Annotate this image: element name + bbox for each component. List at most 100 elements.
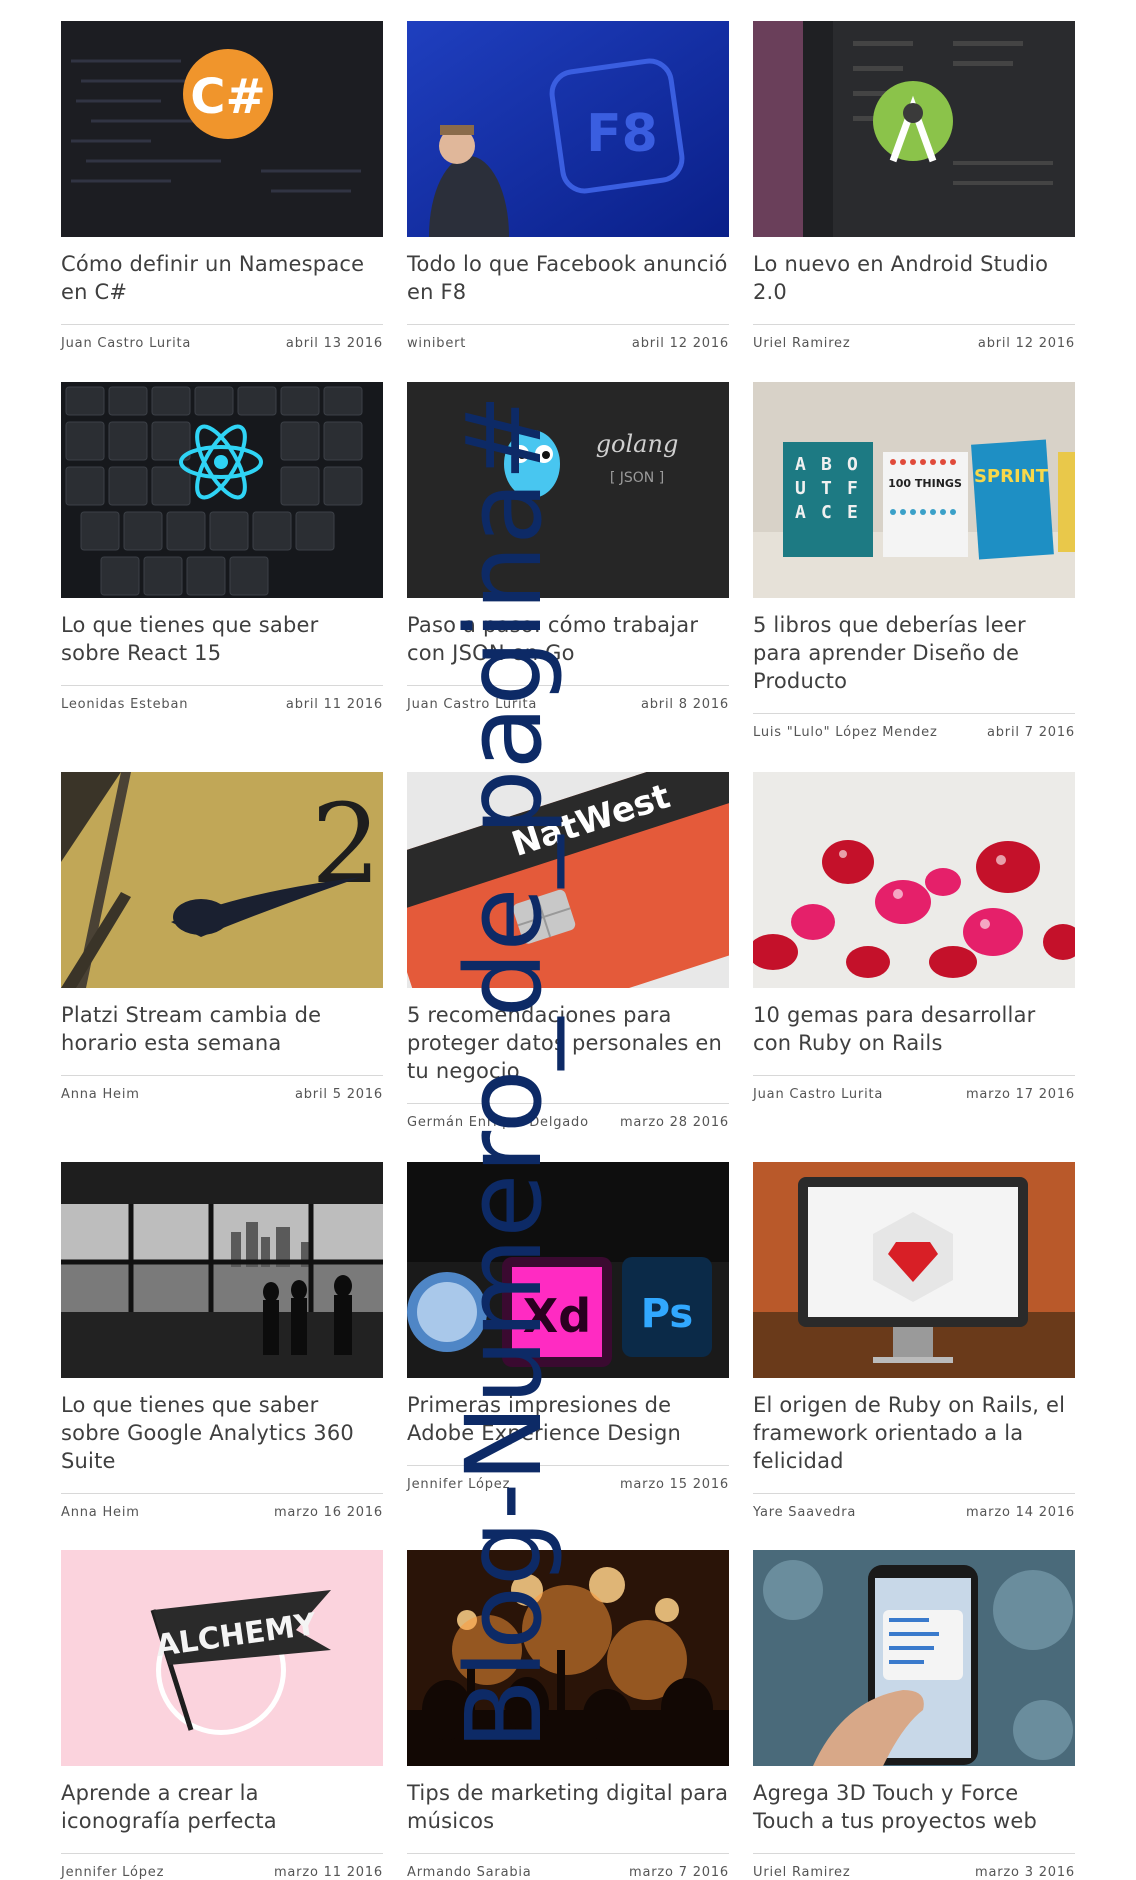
post-title[interactable]: Lo que tienes que saber sobre Google Ana…: [61, 1391, 383, 1475]
book-letter: B: [821, 454, 832, 475]
f8-logo-icon: F8: [407, 21, 729, 237]
post-meta: Armando Sarabia marzo 7 2016: [407, 1853, 729, 1880]
post-author[interactable]: Luis "Lulo" López Mendez: [753, 725, 938, 740]
post-thumbnail[interactable]: [753, 1550, 1075, 1766]
post-meta: Juan Castro Lurita marzo 17 2016: [753, 1075, 1075, 1102]
post-author[interactable]: Jennifer López: [407, 1477, 510, 1492]
post-title[interactable]: Platzi Stream cambia de horario esta sem…: [61, 1001, 383, 1057]
post-card[interactable]: 10 gemas para desarrollar con Ruby on Ra…: [753, 772, 1075, 1102]
post-card[interactable]: Tips de marketing digital para músicos A…: [407, 1550, 729, 1880]
post-thumbnail[interactable]: 2: [61, 772, 383, 988]
post-thumbnail[interactable]: NatWest: [407, 772, 729, 988]
thumb-subtext: [ JSON ]: [610, 470, 664, 486]
post-meta: winibert abril 12 2016: [407, 324, 729, 351]
csharp-logo-icon: C#: [61, 21, 383, 237]
post-card[interactable]: El origen de Ruby on Rails, el framework…: [753, 1162, 1075, 1520]
post-title[interactable]: Lo nuevo en Android Studio 2.0: [753, 250, 1075, 306]
post-title[interactable]: Aprende a crear la iconografía perfecta: [61, 1779, 383, 1835]
adobe-xd-icon: Xd Ps: [407, 1162, 729, 1378]
post-author[interactable]: Juan Castro Lurita: [753, 1087, 883, 1102]
post-thumbnail[interactable]: Xd Ps: [407, 1162, 729, 1378]
post-date: abril 5 2016: [294, 1087, 383, 1102]
post-author[interactable]: Uriel Ramirez: [753, 336, 850, 351]
post-thumbnail[interactable]: [753, 1162, 1075, 1378]
post-thumbnail[interactable]: ALCHEMY: [61, 1550, 383, 1766]
post-title[interactable]: Agrega 3D Touch y Force Touch a tus proy…: [753, 1779, 1075, 1835]
post-title[interactable]: Primeras impresiones de Adobe Experience…: [407, 1391, 729, 1447]
post-author[interactable]: winibert: [407, 336, 466, 351]
post-meta: Anna Heim abril 5 2016: [61, 1075, 383, 1102]
post-thumbnail[interactable]: [61, 382, 383, 598]
book-letter: E: [847, 502, 858, 523]
post-thumbnail[interactable]: C#: [61, 21, 383, 237]
post-title[interactable]: 5 libros que deberías leer para aprender…: [753, 611, 1075, 695]
post-thumbnail[interactable]: golang [ JSON ]: [407, 382, 729, 598]
post-card[interactable]: Lo nuevo en Android Studio 2.0 Uriel Ram…: [753, 21, 1075, 351]
post-thumbnail[interactable]: F8: [407, 21, 729, 237]
post-author[interactable]: Yare Saavedra: [753, 1505, 856, 1520]
post-card[interactable]: ALCHEMY Aprende a crear la iconografía p…: [61, 1550, 383, 1880]
books-image: ABO UTF ACE 100 THINGS SPRINT: [753, 382, 1075, 598]
post-meta: Uriel Ramirez marzo 3 2016: [753, 1853, 1075, 1880]
post-meta: Juan Castro Lurita abril 8 2016: [407, 685, 729, 712]
post-date: marzo 28 2016: [619, 1115, 729, 1130]
svg-text:F8: F8: [586, 104, 658, 164]
post-title[interactable]: 5 recomendaciones para proteger datos pe…: [407, 1001, 729, 1085]
post-date: marzo 15 2016: [619, 1477, 729, 1492]
post-title[interactable]: El origen de Ruby on Rails, el framework…: [753, 1391, 1075, 1475]
post-card[interactable]: F8 Todo lo que Facebook anunció en F8 wi…: [407, 21, 729, 351]
credit-card-image: NatWest: [407, 772, 729, 988]
post-meta: Anna Heim marzo 16 2016: [61, 1493, 383, 1520]
post-card[interactable]: Agrega 3D Touch y Force Touch a tus proy…: [753, 1550, 1075, 1880]
post-author[interactable]: Anna Heim: [61, 1505, 140, 1520]
post-card[interactable]: Lo que tienes que saber sobre Google Ana…: [61, 1162, 383, 1520]
book-title-text: 100 THINGS: [888, 477, 962, 490]
book-letter: F: [847, 478, 858, 499]
post-title[interactable]: 10 gemas para desarrollar con Ruby on Ra…: [753, 1001, 1075, 1057]
post-card[interactable]: NatWest 5 recomendaciones para proteger …: [407, 772, 729, 1130]
post-date: abril 11 2016: [285, 697, 383, 712]
post-meta: Luis "Lulo" López Mendez abril 7 2016: [753, 713, 1075, 740]
post-title[interactable]: Todo lo que Facebook anunció en F8: [407, 250, 729, 306]
post-author[interactable]: Germán Enrique Delgado: [407, 1115, 589, 1130]
post-title[interactable]: Lo que tienes que saber sobre React 15: [61, 611, 383, 667]
post-thumbnail[interactable]: [407, 1550, 729, 1766]
post-meta: Jennifer López marzo 15 2016: [407, 1465, 729, 1492]
android-studio-logo-icon: [753, 21, 1075, 237]
post-meta: Yare Saavedra marzo 14 2016: [753, 1493, 1075, 1520]
golang-gopher-icon: golang [ JSON ]: [407, 382, 729, 598]
post-thumbnail[interactable]: [753, 772, 1075, 988]
post-title[interactable]: Cómo definir un Namespace en C#: [61, 250, 383, 306]
book-letter: C: [821, 502, 832, 523]
post-meta: Germán Enrique Delgado marzo 28 2016: [407, 1103, 729, 1130]
post-card[interactable]: Lo que tienes que saber sobre React 15 L…: [61, 382, 383, 712]
post-date: marzo 17 2016: [965, 1087, 1075, 1102]
post-card[interactable]: 2 Platzi Stream cambia de horario esta s…: [61, 772, 383, 1102]
book-letter: O: [847, 454, 858, 475]
post-title[interactable]: Paso a paso: cómo trabajar con JSON en G…: [407, 611, 729, 667]
react-logo-icon: [61, 382, 383, 598]
book-letter: U: [795, 478, 806, 499]
post-author[interactable]: Juan Castro Lurita: [407, 697, 537, 712]
post-card[interactable]: golang [ JSON ] Paso a paso: cómo trabaj…: [407, 382, 729, 712]
post-card[interactable]: Xd Ps Primeras impresiones de Adobe Expe…: [407, 1162, 729, 1492]
post-thumbnail[interactable]: [753, 21, 1075, 237]
post-meta: Uriel Ramirez abril 12 2016: [753, 324, 1075, 351]
post-meta: Jennifer López marzo 11 2016: [61, 1853, 383, 1880]
post-card[interactable]: ABO UTF ACE 100 THINGS SPRINT 5 libros q…: [753, 382, 1075, 740]
post-card[interactable]: C# Cómo definir un Namespace en C# Juan …: [61, 21, 383, 351]
post-thumbnail[interactable]: [61, 1162, 383, 1378]
post-thumbnail[interactable]: ABO UTF ACE 100 THINGS SPRINT: [753, 382, 1075, 598]
post-author[interactable]: Leonidas Esteban: [61, 697, 188, 712]
post-author[interactable]: Anna Heim: [61, 1087, 140, 1102]
post-date: marzo 14 2016: [965, 1505, 1075, 1520]
book-letter: A: [795, 502, 806, 523]
post-date: marzo 16 2016: [273, 1505, 383, 1520]
ps-icon-text: Ps: [641, 1291, 693, 1337]
book-letter: A: [795, 454, 806, 475]
post-date: abril 13 2016: [285, 336, 383, 351]
svg-text:C#: C#: [190, 69, 265, 125]
post-author[interactable]: Juan Castro Lurita: [61, 336, 191, 351]
post-date: abril 12 2016: [631, 336, 729, 351]
post-title[interactable]: Tips de marketing digital para músicos: [407, 1779, 729, 1835]
